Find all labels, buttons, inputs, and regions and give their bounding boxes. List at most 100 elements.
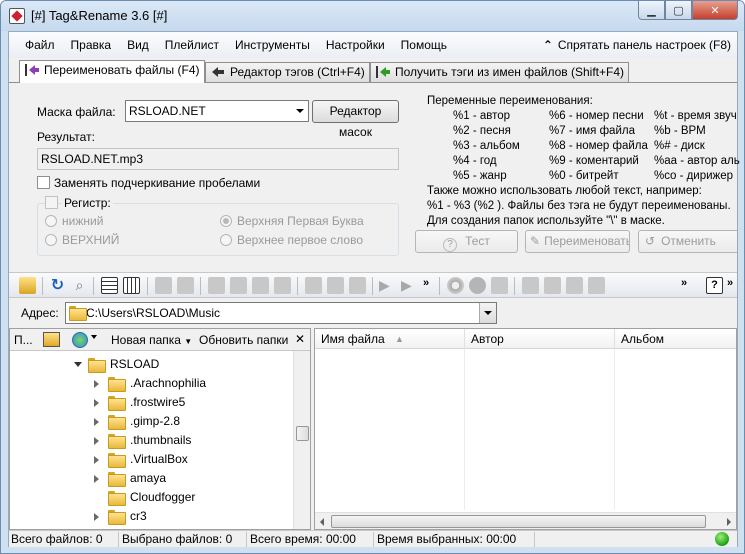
register-checkbox[interactable] [45, 196, 58, 209]
list-horizontal-scrollbar[interactable] [315, 512, 736, 529]
radio-title-case[interactable] [220, 215, 232, 227]
tree-item-label: .frostwire5 [130, 395, 186, 409]
paste-icon[interactable] [327, 277, 344, 294]
toolbar-more-icon[interactable]: » [727, 277, 733, 289]
var-item: %t - время звуч [654, 110, 737, 122]
tree-item[interactable]: .gimp-2.8 [10, 412, 290, 431]
tree-item[interactable]: .Arachnophilia [10, 374, 290, 393]
list-scroll-thumb[interactable] [331, 515, 706, 528]
cd-icon[interactable] [447, 277, 464, 294]
address-dropdown-button[interactable] [479, 303, 496, 323]
radio-sentence-case[interactable] [220, 234, 232, 246]
collapsed-arrow-icon[interactable] [94, 513, 99, 521]
tab-tags-from-filenames[interactable]: Получить тэги из имен файлов (Shift+F4) [370, 62, 629, 82]
play-next-icon[interactable]: ▶ [401, 277, 418, 294]
rename-button[interactable]: ✎ Переименовать [525, 230, 630, 253]
search-icon[interactable]: ⌕ [71, 277, 88, 294]
tab-tags-from-filenames-label: Получить тэги из имен файлов (Shift+F4) [395, 65, 625, 79]
tree-panel-menu[interactable]: П... [14, 333, 33, 347]
delete-icon[interactable] [274, 277, 291, 294]
copy-icon[interactable] [305, 277, 322, 294]
close-tree-icon[interactable]: ✕ [295, 332, 305, 346]
scroll-right-icon[interactable] [727, 518, 731, 526]
close-button[interactable]: ✕ [692, 1, 738, 20]
tree-item[interactable]: cr3 [10, 507, 290, 526]
play-icon[interactable]: ▶ [379, 277, 396, 294]
globe-icon[interactable] [72, 332, 88, 348]
tree-scroll-thumb[interactable] [296, 426, 309, 441]
folder-up-icon[interactable] [43, 332, 60, 347]
tree-vertical-scrollbar[interactable] [293, 351, 310, 529]
folder-up-icon[interactable] [155, 277, 172, 294]
document-icon[interactable] [252, 277, 269, 294]
disc-icon[interactable] [469, 277, 486, 294]
radio-lower[interactable] [45, 215, 57, 227]
scroll-left-icon[interactable] [320, 518, 324, 526]
tab-rename-files[interactable]: Переименовать файлы (F4) [19, 60, 205, 83]
menu-playlist[interactable]: Плейлист [157, 32, 227, 58]
minimize-button[interactable]: ▁ [638, 1, 665, 20]
lightning-icon[interactable] [544, 277, 561, 294]
convert-icon[interactable] [566, 277, 583, 294]
test-button[interactable]: ? Тест [415, 230, 518, 253]
col-filename[interactable]: Имя файла ▲ [315, 329, 465, 349]
list-view-icon[interactable] [101, 277, 118, 294]
tree-item[interactable]: .VirtualBox [10, 450, 290, 469]
mask-editor-button[interactable]: Редактор масок [312, 100, 399, 139]
title-bar[interactable]: [#] Tag&Rename 3.6 [#] ▁ ▢ ✕ [1, 1, 744, 31]
folder-icon[interactable] [177, 277, 194, 294]
menu-view[interactable]: Вид [119, 32, 157, 58]
col-artist[interactable]: Автор [465, 329, 615, 349]
new-folder-button[interactable]: Новая папка ▼ [111, 333, 192, 347]
wand-icon[interactable] [588, 277, 605, 294]
tree-item[interactable]: amaya [10, 469, 290, 488]
menu-help[interactable]: Помощь [393, 32, 455, 58]
refresh-folders-button[interactable]: Обновить папки [199, 333, 288, 347]
help-icon[interactable]: ? [706, 277, 723, 294]
app-icon[interactable] [9, 8, 25, 24]
refresh-icon[interactable]: ↻ [49, 277, 66, 294]
vars-note: Также можно использовать любой текст, на… [427, 185, 702, 197]
expanded-arrow-icon[interactable] [74, 362, 82, 367]
collapsed-arrow-icon[interactable] [94, 399, 99, 407]
tag-icon[interactable] [522, 277, 539, 294]
collapsed-arrow-icon[interactable] [94, 418, 99, 426]
tree-item-label: .VirtualBox [130, 452, 188, 466]
edit-tag-icon[interactable] [208, 277, 225, 294]
menu-settings[interactable]: Настройки [318, 32, 393, 58]
menu-bar: Файл Правка Вид Плейлист Инструменты Нас… [9, 32, 737, 58]
file-list-pane: Имя файла ▲ Автор Альбом [314, 328, 737, 530]
tree-item[interactable]: .thumbnails [10, 431, 290, 450]
mask-combo[interactable]: RSLOAD.NET [125, 100, 309, 122]
tree-item[interactable]: .frostwire5 [10, 393, 290, 412]
cut-icon[interactable] [349, 277, 366, 294]
cancel-button[interactable]: ↺ Отменить [638, 230, 737, 253]
open-folder-icon[interactable] [19, 277, 36, 294]
toolbar-more-icon[interactable]: » [423, 277, 429, 289]
menu-file[interactable]: Файл [9, 32, 63, 58]
menu-edit[interactable]: Правка [63, 32, 120, 58]
collapsed-arrow-icon[interactable] [94, 456, 99, 464]
toolbar-more-icon[interactable]: » [681, 277, 687, 289]
collapsed-arrow-icon[interactable] [94, 380, 99, 388]
hide-settings-panel-button[interactable]: ⌃ Спрятать панель настроек (F8) [543, 32, 731, 58]
var-item: %8 - номер файла [549, 140, 648, 152]
chevron-down-icon[interactable] [91, 335, 97, 339]
col-album[interactable]: Альбом [615, 329, 736, 349]
tree-item[interactable]: RSLOAD [10, 355, 290, 374]
menu-tools[interactable]: Инструменты [227, 32, 318, 58]
tree-item[interactable]: Cloudfogger [10, 488, 290, 507]
collapsed-arrow-icon[interactable] [94, 437, 99, 445]
radio-upper[interactable] [45, 234, 57, 246]
maximize-button[interactable]: ▢ [665, 1, 692, 20]
tab-tag-editor[interactable]: Редактор тэгов (Ctrl+F4) [205, 62, 370, 82]
edit-tag-icon[interactable] [230, 277, 247, 294]
address-input[interactable]: C:\Users\RSLOAD\Music [65, 302, 497, 324]
rename-arrow-icon [25, 64, 39, 76]
folder-icon [108, 453, 126, 468]
database-icon[interactable] [491, 277, 508, 294]
collapsed-arrow-icon[interactable] [94, 475, 99, 483]
replace-underscore-checkbox[interactable] [37, 176, 50, 189]
tree-item-label: cr3 [130, 509, 147, 523]
table-view-icon[interactable] [123, 277, 140, 294]
